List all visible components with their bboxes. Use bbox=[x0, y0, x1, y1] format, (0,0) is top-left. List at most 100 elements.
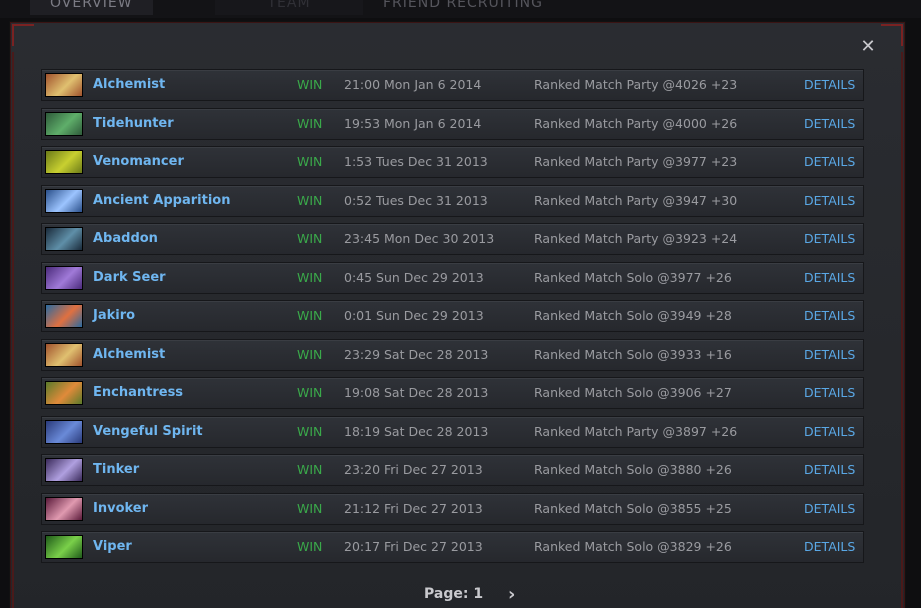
details-link[interactable]: DETAILS bbox=[804, 308, 855, 323]
match-time: 19:08 Sat Dec 28 2013 bbox=[344, 385, 489, 400]
frame-edge bbox=[901, 52, 903, 608]
match-row[interactable]: Tinker WIN 23:20 Fri Dec 27 2013 Ranked Mat… bbox=[41, 454, 864, 486]
hero-name[interactable]: Enchantress bbox=[93, 385, 183, 400]
hero-name[interactable]: Ancient Apparition bbox=[93, 193, 230, 208]
page-indicator: Page: 1 bbox=[424, 586, 484, 602]
hero-portrait bbox=[45, 381, 83, 405]
hero-portrait bbox=[45, 265, 83, 290]
match-list: Alchemist WIN 21:00 Mon Jan 6 2014 Ranked M… bbox=[41, 69, 864, 570]
hero-name[interactable]: Alchemist bbox=[93, 347, 165, 362]
match-type: Ranked Match Solo @3829 +26 bbox=[534, 539, 732, 554]
frame-corner bbox=[12, 24, 34, 46]
match-time: 0:01 Sun Dec 29 2013 bbox=[344, 308, 484, 323]
next-page-icon[interactable]: › bbox=[508, 584, 515, 605]
match-row[interactable]: Tidehunter WIN 19:53 Mon Jan 6 2014 Ranked … bbox=[41, 107, 864, 140]
match-type: Ranked Match Party @4026 +23 bbox=[534, 77, 738, 92]
hero-name[interactable]: Tinker bbox=[93, 462, 139, 477]
match-time: 20:17 Fri Dec 27 2013 bbox=[344, 539, 483, 554]
details-link[interactable]: DETAILS bbox=[804, 501, 855, 516]
details-link[interactable]: DETAILS bbox=[804, 193, 855, 208]
tab-team[interactable]: TEAM bbox=[215, 0, 363, 15]
details-link[interactable]: DETAILS bbox=[804, 116, 855, 131]
hero-portrait bbox=[45, 419, 83, 444]
tab-overview[interactable]: OVERVIEW bbox=[30, 0, 153, 15]
match-type: Ranked Match Solo @3933 +16 bbox=[534, 346, 732, 362]
details-link[interactable]: DETAILS bbox=[804, 424, 855, 439]
match-history-modal: ✕ Alchemist WIN 21:00 Mon Jan 6 2014 Ranked… bbox=[9, 21, 906, 608]
frame-edge bbox=[12, 52, 14, 608]
match-time: 1:53 Tues Dec 31 2013 bbox=[344, 154, 488, 169]
hero-name[interactable]: Venomancer bbox=[93, 154, 184, 169]
match-result: WIN bbox=[297, 115, 323, 131]
frame-corner bbox=[881, 24, 903, 46]
details-link[interactable]: DETAILS bbox=[804, 154, 855, 169]
pagination: Page: 1 › bbox=[0, 584, 921, 606]
details-link[interactable]: DETAILS bbox=[804, 539, 855, 554]
hero-name[interactable]: Vengeful Spirit bbox=[93, 424, 203, 439]
match-row[interactable]: Dark Seer WIN 0:45 Sun Dec 29 2013 Ranked M… bbox=[41, 261, 864, 294]
hero-portrait bbox=[45, 73, 83, 97]
match-row[interactable]: Alchemist WIN 21:00 Mon Jan 6 2014 Ranked M… bbox=[41, 69, 864, 101]
match-result: WIN bbox=[297, 539, 323, 554]
match-result: WIN bbox=[297, 192, 323, 208]
match-result: WIN bbox=[297, 462, 323, 477]
hero-name[interactable]: Dark Seer bbox=[93, 270, 166, 285]
top-tab-bar: OVERVIEW TEAM FRIEND RECRUITING bbox=[0, 0, 921, 18]
hero-portrait bbox=[45, 458, 83, 482]
hero-portrait bbox=[45, 150, 83, 174]
match-type: Ranked Match Solo @3880 +26 bbox=[534, 462, 732, 477]
hero-portrait bbox=[45, 535, 83, 559]
details-link[interactable]: DETAILS bbox=[804, 347, 855, 362]
details-link[interactable]: DETAILS bbox=[804, 270, 855, 285]
match-type: Ranked Match Solo @3906 +27 bbox=[534, 385, 732, 400]
match-row[interactable]: Invoker WIN 21:12 Fri Dec 27 2013 Ranked Ma… bbox=[41, 492, 864, 525]
match-time: 23:29 Sat Dec 28 2013 bbox=[344, 346, 489, 362]
match-result: WIN bbox=[297, 77, 323, 92]
match-type: Ranked Match Party @3947 +30 bbox=[534, 192, 738, 208]
match-row[interactable]: Viper WIN 20:17 Fri Dec 27 2013 Ranked Matc… bbox=[41, 531, 864, 563]
hero-portrait bbox=[45, 342, 83, 367]
match-row[interactable]: Abaddon WIN 23:45 Mon Dec 30 2013 Ranked Ma… bbox=[41, 223, 864, 255]
match-row[interactable]: Vengeful Spirit WIN 18:19 Sat Dec 28 2013 R… bbox=[41, 415, 864, 448]
match-time: 23:20 Fri Dec 27 2013 bbox=[344, 462, 483, 477]
hero-name[interactable]: Invoker bbox=[93, 501, 148, 516]
match-type: Ranked Match Solo @3855 +25 bbox=[534, 500, 732, 516]
match-result: WIN bbox=[297, 269, 323, 285]
match-result: WIN bbox=[297, 231, 323, 246]
details-link[interactable]: DETAILS bbox=[804, 231, 855, 246]
match-result: WIN bbox=[297, 385, 323, 400]
match-type: Ranked Match Party @3923 +24 bbox=[534, 231, 738, 246]
match-type: Ranked Match Party @4000 +26 bbox=[534, 115, 738, 131]
match-time: 21:00 Mon Jan 6 2014 bbox=[344, 77, 482, 92]
hero-name[interactable]: Tidehunter bbox=[93, 116, 174, 131]
details-link[interactable]: DETAILS bbox=[804, 385, 855, 400]
tab-friend-recruiting[interactable]: FRIEND RECRUITING bbox=[383, 0, 543, 15]
hero-name[interactable]: Abaddon bbox=[93, 231, 158, 246]
details-link[interactable]: DETAILS bbox=[804, 77, 855, 92]
match-row[interactable]: Enchantress WIN 19:08 Sat Dec 28 2013 Ranke… bbox=[41, 377, 864, 409]
match-result: WIN bbox=[297, 308, 323, 323]
hero-name[interactable]: Jakiro bbox=[93, 308, 135, 323]
match-row[interactable]: Ancient Apparition WIN 0:52 Tues Dec 31 20… bbox=[41, 184, 864, 217]
match-type: Ranked Match Party @3897 +26 bbox=[534, 423, 738, 439]
details-link[interactable]: DETAILS bbox=[804, 462, 855, 477]
hero-portrait bbox=[45, 496, 83, 521]
hero-name[interactable]: Viper bbox=[93, 539, 132, 554]
match-time: 23:45 Mon Dec 30 2013 bbox=[344, 231, 495, 246]
match-row[interactable]: Venomancer WIN 1:53 Tues Dec 31 2013 Ranked… bbox=[41, 146, 864, 178]
match-time: 18:19 Sat Dec 28 2013 bbox=[344, 423, 489, 439]
match-time: 0:52 Tues Dec 31 2013 bbox=[344, 192, 488, 208]
match-row[interactable]: Alchemist WIN 23:29 Sat Dec 28 2013 Ranked … bbox=[41, 338, 864, 371]
hero-portrait bbox=[45, 111, 83, 136]
match-type: Ranked Match Solo @3977 +26 bbox=[534, 269, 732, 285]
hero-name[interactable]: Alchemist bbox=[93, 77, 165, 92]
hero-portrait bbox=[45, 304, 83, 328]
match-time: 21:12 Fri Dec 27 2013 bbox=[344, 500, 483, 516]
match-type: Ranked Match Solo @3949 +28 bbox=[534, 308, 732, 323]
match-result: WIN bbox=[297, 346, 323, 362]
close-icon[interactable]: ✕ bbox=[859, 38, 877, 56]
match-result: WIN bbox=[297, 500, 323, 516]
match-time: 0:45 Sun Dec 29 2013 bbox=[344, 269, 484, 285]
match-time: 19:53 Mon Jan 6 2014 bbox=[344, 115, 482, 131]
match-row[interactable]: Jakiro WIN 0:01 Sun Dec 29 2013 Ranked Matc… bbox=[41, 300, 864, 332]
